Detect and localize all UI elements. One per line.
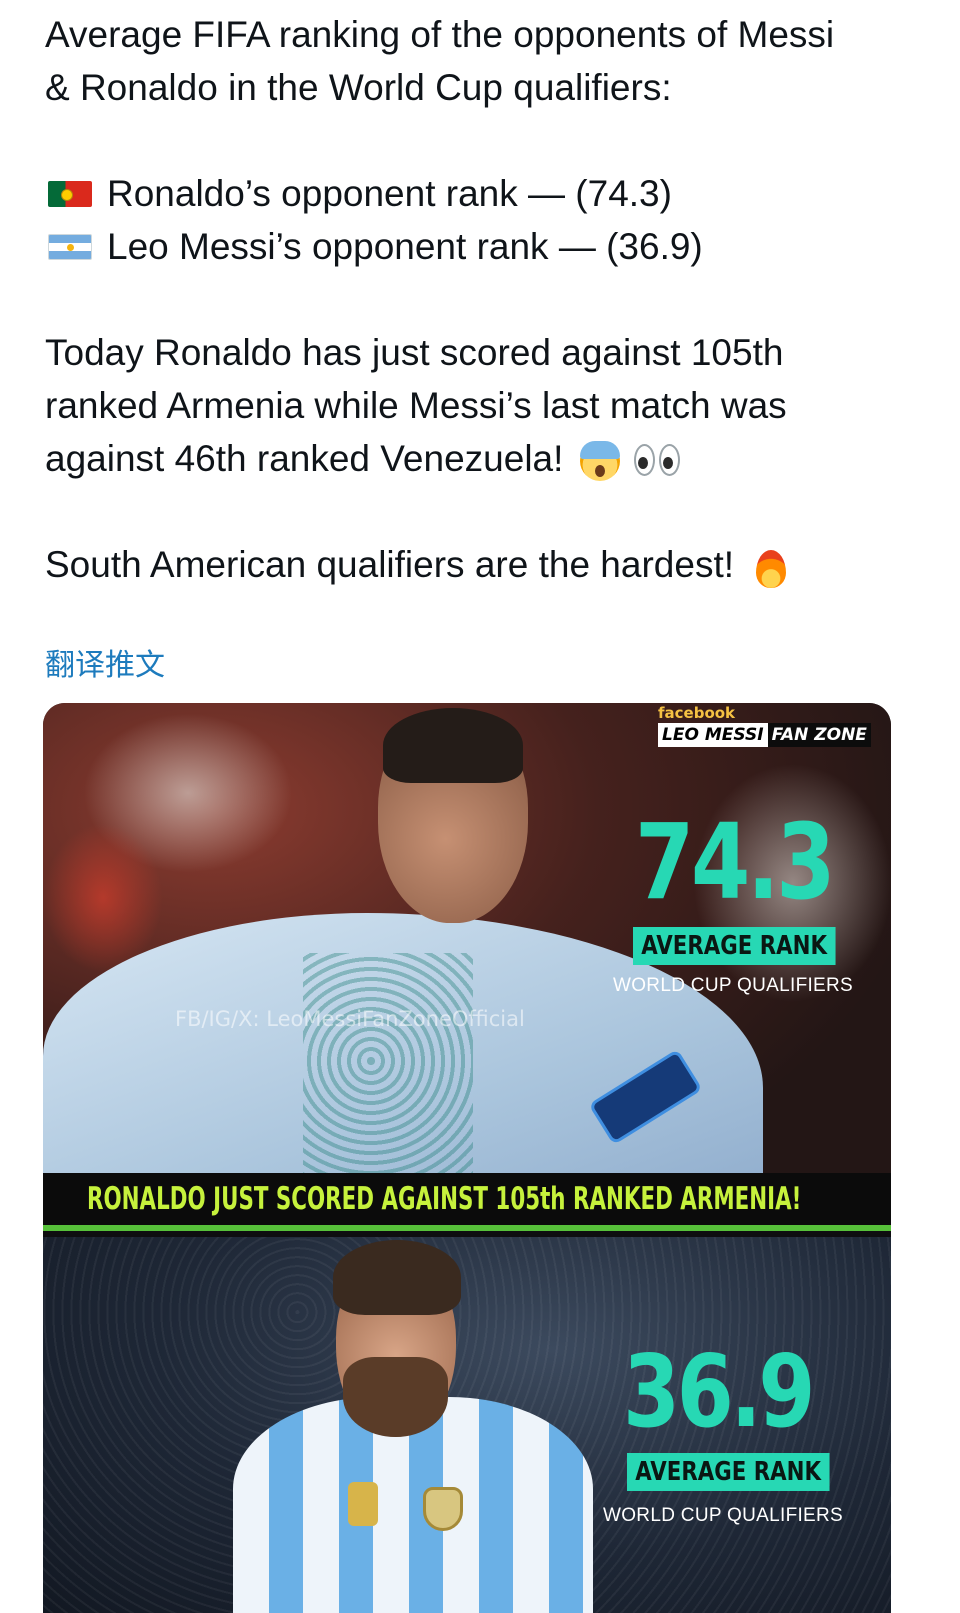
messi-average-rank-number: 36.9 (623, 1333, 815, 1450)
messi-rank-line: Leo Messi’s opponent rank — (36.9) (45, 220, 925, 273)
tweet-media[interactable]: FB/IG/X: LeoMessiFanZoneOfficial faceboo… (43, 703, 891, 1613)
headline-banner-text: RONALDO JUST SCORED AGAINST 105th RANKED… (87, 1181, 802, 1217)
player-beard (343, 1357, 448, 1437)
average-rank-label: AVERAGE RANK (633, 927, 836, 965)
tweet-line: South American qualifiers are the hardes… (45, 544, 734, 585)
watermark: FB/IG/X: LeoMessiFanZoneOfficial (175, 1007, 525, 1031)
fan-zone-badge: LEO MESSI FAN ZONE (658, 723, 871, 747)
eyes-icon (633, 444, 682, 478)
messi-panel: 36.9 AVERAGE RANK WORLD CUP QUALIFIERS (43, 1237, 891, 1613)
tweet-line: & Ronaldo in the World Cup qualifiers: (45, 67, 672, 108)
player-hair (383, 708, 523, 783)
fire-icon (754, 546, 788, 589)
world-cup-qualifiers-label: WORLD CUP QUALIFIERS (613, 975, 854, 996)
team-crest (423, 1487, 463, 1531)
translate-tweet-link[interactable]: 翻译推文 (45, 640, 165, 684)
ronaldo-average-rank-number: 74.3 (635, 801, 836, 923)
player-hair (333, 1240, 461, 1315)
ronaldo-panel: FB/IG/X: LeoMessiFanZoneOfficial faceboo… (43, 703, 891, 1231)
messi-rank-text: Leo Messi’s opponent rank — (36.9) (107, 226, 703, 267)
tweet-line-emoji: South American qualifiers are the hardes… (45, 538, 925, 591)
world-cup-qualifiers-label: WORLD CUP QUALIFIERS (603, 1505, 844, 1526)
tweet-line: against 46th ranked Venezuela! (45, 438, 564, 479)
tweet-line: ranked Armenia while Messi’s last match … (45, 385, 787, 426)
fan-zone-logo: facebook LEO MESSI FAN ZONE (658, 705, 871, 747)
argentina-flag-icon (48, 233, 92, 260)
tweet-line-emoji: against 46th ranked Venezuela! (45, 432, 925, 485)
portugal-flag-icon (48, 180, 92, 207)
fan-zone-badge-b: FAN ZONE (767, 723, 871, 747)
face-screaming-icon (579, 441, 620, 482)
champion-badge (348, 1482, 378, 1526)
ronaldo-rank-text: Ronaldo’s opponent rank — (74.3) (107, 173, 672, 214)
tweet-text: Average FIFA ranking of the opponents of… (45, 8, 925, 591)
banner-accent-line (43, 1225, 891, 1231)
tweet-line: Average FIFA ranking of the opponents of… (45, 14, 835, 55)
average-rank-label: AVERAGE RANK (627, 1453, 830, 1491)
ronaldo-rank-line: Ronaldo’s opponent rank — (74.3) (45, 167, 925, 220)
facebook-label: facebook (658, 704, 736, 722)
headline-banner: RONALDO JUST SCORED AGAINST 105th RANKED… (43, 1173, 891, 1225)
tweet-line: Today Ronaldo has just scored against 10… (45, 332, 784, 373)
fan-zone-badge-a: LEO MESSI (658, 723, 768, 747)
